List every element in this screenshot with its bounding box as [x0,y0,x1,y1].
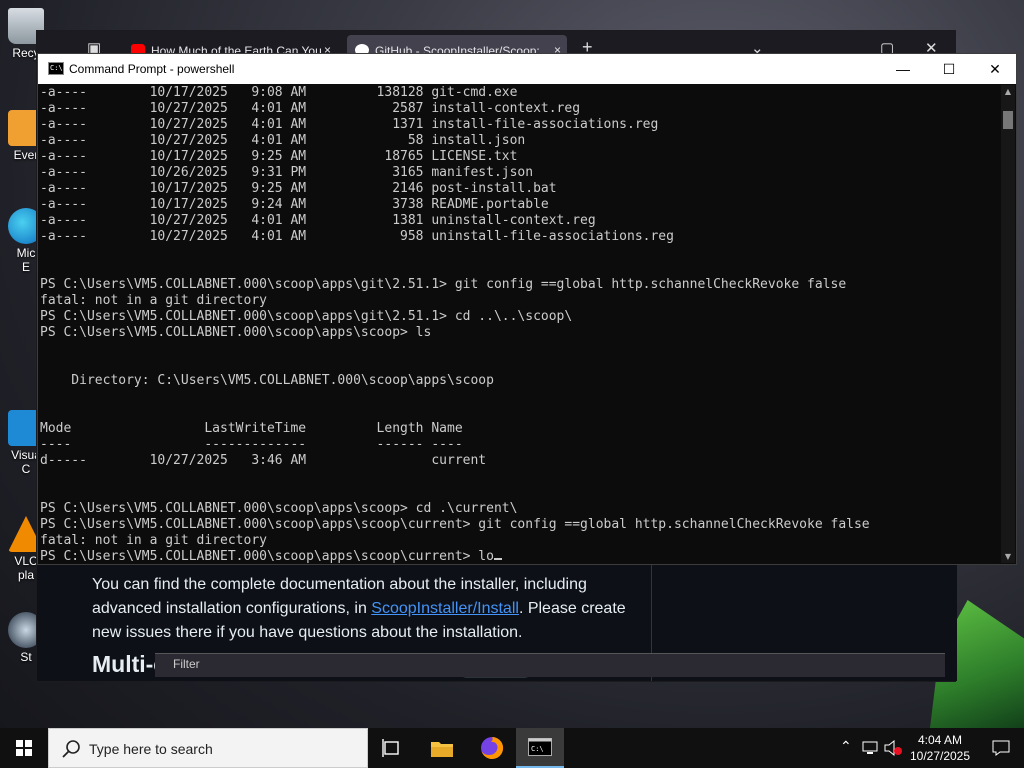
terminal-line: -a---- 10/27/2025 4:01 AM 958 uninstall-… [40,229,674,244]
window-title: Command Prompt - powershell [69,62,235,76]
chevron-up-icon[interactable]: ⌃ [840,738,852,755]
terminal-line: -a---- 10/17/2025 9:08 AM 138128 git-cmd… [40,85,518,100]
terminal-line: PS C:\Users\VM5.COLLABNET.000\scoop\apps… [40,517,870,532]
task-view-button[interactable] [368,728,416,768]
terminal-line: d----- 10/27/2025 3:46 AM current [40,453,487,468]
terminal-line: PS C:\Users\VM5.COLLABNET.000\scoop\apps… [40,277,847,292]
clock-time: 4:04 AM [917,733,963,747]
terminal-line: -a---- 10/17/2025 9:24 AM 3738 README.po… [40,197,549,212]
terminal-line: -a---- 10/27/2025 4:01 AM 1371 install-f… [40,117,659,132]
svg-text:C:\: C:\ [531,745,544,753]
cmd-titlebar[interactable]: C:\ Command Prompt - powershell — ☐ ✕ [38,54,1016,84]
terminal-line: PS C:\Users\VM5.COLLABNET.000\scoop\apps… [40,501,518,516]
terminal-line: -a---- 10/27/2025 4:01 AM 2587 install-c… [40,101,581,116]
terminal-line: Mode LastWriteTime Length Name [40,421,463,436]
terminal-line: PS C:\Users\VM5.COLLABNET.000\scoop\apps… [40,549,1002,563]
file-explorer-button[interactable] [418,728,466,768]
scrollbar-thumb[interactable] [1003,111,1013,129]
terminal-icon: C:\ [528,738,552,756]
taskbar-search-box[interactable]: Type here to search [48,728,368,768]
system-tray: ⌃ [836,728,904,768]
terminal-line: -a---- 10/27/2025 4:01 AM 58 install.jso… [40,133,526,148]
terminal-cursor [493,558,502,560]
terminal-icon: C:\ [48,62,64,75]
clock-date: 10/27/2025 [909,749,971,763]
terminal-line: -a---- 10/27/2025 4:01 AM 1381 uninstall… [40,213,596,228]
notification-button[interactable] [978,728,1024,768]
readme-paragraph: You can find the complete documentation … [92,576,626,641]
notification-icon [992,740,1010,756]
taskbar-clock[interactable]: 4:04 AM 10/27/2025 [904,732,976,764]
folder-icon [431,742,453,757]
firefox-icon [481,736,504,759]
terminal-line: fatal: not in a git directory [40,533,267,548]
maximize-button[interactable]: ☐ [926,54,972,84]
terminal-line: ---- ------------- ------ ---- [40,437,463,452]
taskbar: Type here to search C:\ ⌃ 4:04 AM 10/27/… [0,728,1024,768]
find-bar[interactable]: Filter [155,653,945,677]
terminal-line: PS C:\Users\VM5.COLLABNET.000\scoop\apps… [40,325,432,340]
command-prompt-taskbar-button[interactable]: C:\ [516,728,564,768]
command-prompt-window[interactable]: C:\ Command Prompt - powershell — ☐ ✕ -a… [37,53,1017,565]
scoopinstaller-install-link[interactable]: ScoopInstaller/Install [371,600,519,617]
task-view-icon [382,739,399,757]
search-placeholder: Type here to search [89,741,213,757]
terminal-line: -a---- 10/17/2025 9:25 AM 18765 LICENSE.… [40,149,518,164]
terminal-output[interactable]: -a---- 10/17/2025 9:08 AM 138128 git-cmd… [40,85,1002,563]
scroll-down-icon[interactable]: ▼ [1001,552,1015,561]
search-icon [62,740,80,758]
volume-muted-icon[interactable] [884,740,902,756]
terminal-scrollbar[interactable]: ▲ ▼ [1001,85,1015,563]
scroll-up-icon[interactable]: ▲ [1001,87,1015,96]
windows-icon [16,740,32,756]
network-icon[interactable] [862,741,878,755]
firefox-button[interactable] [468,728,516,768]
minimize-button[interactable]: — [880,54,926,84]
terminal-line: PS C:\Users\VM5.COLLABNET.000\scoop\apps… [40,309,573,324]
terminal-line: -a---- 10/17/2025 9:25 AM 2146 post-inst… [40,181,557,196]
start-button[interactable] [0,728,48,768]
close-button[interactable]: ✕ [972,54,1018,84]
terminal-line: fatal: not in a git directory [40,293,267,308]
terminal-line: Directory: C:\Users\VM5.COLLABNET.000\sc… [40,373,494,388]
terminal-line: -a---- 10/26/2025 9:31 PM 3165 manifest.… [40,165,534,180]
